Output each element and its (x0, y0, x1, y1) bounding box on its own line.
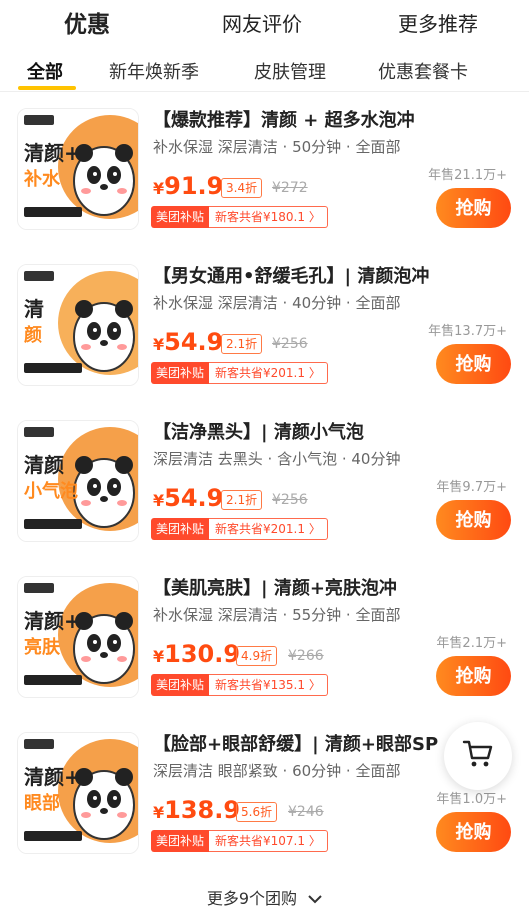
buy-button[interactable]: 抢购 (436, 500, 511, 540)
category-tab-skin-care[interactable]: 皮肤管理 (254, 58, 326, 84)
new-customer-savings[interactable]: 新客共省¥180.1 〉 (209, 206, 328, 228)
discount-badge: 5.6折 (236, 802, 278, 822)
new-customer-savings[interactable]: 新客共省¥201.1 〉 (209, 518, 328, 540)
annual-sales: 年售13.7万+ (428, 324, 507, 339)
deal-description: 补水保湿 深层清洁 · 40分钟 · 全面部 (153, 294, 401, 312)
meituan-subsidy-badge: 美团补贴 (151, 674, 210, 696)
meituan-subsidy-badge: 美团补贴 (151, 206, 210, 228)
buy-button[interactable]: 抢购 (436, 812, 511, 852)
deal-thumbnail[interactable]: 清颜 小气泡 (17, 420, 139, 542)
subsidy-row[interactable]: 美团补贴 新客共省¥180.1 〉 (151, 206, 328, 228)
thumbnail-text-1: 清颜+ (24, 609, 81, 633)
deal-thumbnail[interactable]: 清颜+ 眼部 (17, 732, 139, 854)
discount-badge: 2.1折 (221, 334, 263, 354)
deal-price: ¥130.9 (153, 640, 240, 668)
deal-thumbnail[interactable]: 清 颜 (17, 264, 139, 386)
deal-card[interactable]: 清颜 小气泡 【洁净黑头】| 清颜小气泡 深层清洁 去黑头 · 含小气泡 · 4… (0, 404, 529, 560)
original-price: ¥256 (272, 336, 308, 352)
chevron-down-icon (308, 889, 322, 908)
annual-sales: 年售2.1万+ (436, 636, 507, 651)
meituan-subsidy-badge: 美团补贴 (151, 362, 210, 384)
subsidy-row[interactable]: 美团补贴 新客共省¥107.1 〉 (151, 830, 328, 852)
deal-thumbnail[interactable]: 清颜+ 补水 (17, 108, 139, 230)
price-value: 138.9 (164, 796, 241, 824)
deal-description: 补水保湿 深层清洁 · 50分钟 · 全面部 (153, 138, 401, 156)
original-price: ¥266 (288, 648, 324, 664)
category-tab-all[interactable]: 全部 (27, 58, 63, 84)
new-customer-savings[interactable]: 新客共省¥135.1 〉 (209, 674, 328, 696)
price-value: 130.9 (164, 640, 241, 668)
price-value: 54.9 (164, 328, 224, 356)
cart-icon (462, 739, 494, 773)
tab-label: 网友评价 (222, 12, 302, 36)
subsidy-row[interactable]: 美团补贴 新客共省¥201.1 〉 (151, 518, 328, 540)
deal-title: 【男女通用•舒缓毛孔】| 清颜泡冲 (153, 266, 430, 287)
thumbnail-text-2: 颜 (24, 325, 42, 346)
category-tab-underline (18, 86, 76, 90)
annual-sales: 年售1.0万+ (436, 792, 507, 807)
new-customer-savings[interactable]: 新客共省¥201.1 〉 (209, 362, 328, 384)
deal-description: 深层清洁 去黑头 · 含小气泡 · 40分钟 (153, 450, 401, 468)
discount-badge: 4.9折 (236, 646, 278, 666)
deal-card[interactable]: 清颜+ 补水 【爆款推荐】清颜 + 超多水泡冲 补水保湿 深层清洁 · 50分钟… (0, 92, 529, 248)
category-tab-package-card[interactable]: 优惠套餐卡 (378, 58, 468, 84)
deal-price: ¥54.9 (153, 328, 223, 356)
annual-sales: 年售21.1万+ (428, 168, 507, 183)
thumbnail-text-1: 清 (24, 297, 44, 321)
currency-symbol: ¥ (153, 179, 165, 198)
thumbnail-text-2: 眼部 (24, 793, 60, 814)
discount-badge: 3.4折 (221, 178, 263, 198)
deal-title: 【爆款推荐】清颜 + 超多水泡冲 (153, 110, 415, 131)
buy-button[interactable]: 抢购 (436, 188, 511, 228)
more-deals-link[interactable]: 更多9个团购 (0, 885, 529, 909)
tab-reviews[interactable]: 网友评价 (222, 8, 302, 37)
category-tab-new-year[interactable]: 新年焕新季 (109, 58, 199, 84)
discount-badge: 2.1折 (221, 490, 263, 510)
original-price: ¥246 (288, 804, 324, 820)
original-price: ¥272 (272, 180, 308, 196)
meituan-subsidy-badge: 美团补贴 (151, 830, 210, 852)
deal-card[interactable]: 清 颜 【男女通用•舒缓毛孔】| 清颜泡冲 补水保湿 深层清洁 · 40分钟 ·… (0, 248, 529, 404)
subsidy-row[interactable]: 美团补贴 新客共省¥135.1 〉 (151, 674, 328, 696)
deal-title: 【脸部+眼部舒缓】| 清颜+眼部SP (153, 734, 439, 755)
thumbnail-text-1: 清颜+ (24, 141, 81, 165)
annual-sales: 年售9.7万+ (436, 480, 507, 495)
deal-thumbnail[interactable]: 清颜+ 亮肤 (17, 576, 139, 698)
currency-symbol: ¥ (153, 803, 165, 822)
top-tab-bar: 优惠 网友评价 更多推荐 (0, 0, 529, 44)
currency-symbol: ¥ (153, 491, 165, 510)
thumbnail-text-2: 补水 (24, 169, 60, 190)
tab-label: 优惠 (64, 12, 110, 38)
deal-price: ¥54.9 (153, 484, 223, 512)
cart-button[interactable] (444, 722, 512, 790)
more-deals-label: 更多9个团购 (206, 889, 298, 908)
tab-more-recommend[interactable]: 更多推荐 (398, 8, 478, 37)
buy-button[interactable]: 抢购 (436, 656, 511, 696)
deal-description: 深层清洁 眼部紧致 · 60分钟 · 全面部 (153, 762, 401, 780)
deal-title: 【美肌亮肤】| 清颜+亮肤泡冲 (153, 578, 397, 599)
thumbnail-text-2: 亮肤 (24, 637, 60, 658)
deal-price: ¥138.9 (153, 796, 240, 824)
tab-label: 更多推荐 (398, 12, 478, 36)
thumbnail-text-2: 小气泡 (24, 481, 78, 502)
original-price: ¥256 (272, 492, 308, 508)
new-customer-savings[interactable]: 新客共省¥107.1 〉 (209, 830, 328, 852)
subsidy-row[interactable]: 美团补贴 新客共省¥201.1 〉 (151, 362, 328, 384)
meituan-subsidy-badge: 美团补贴 (151, 518, 210, 540)
currency-symbol: ¥ (153, 647, 165, 666)
deal-price: ¥91.9 (153, 172, 223, 200)
currency-symbol: ¥ (153, 335, 165, 354)
buy-button[interactable]: 抢购 (436, 344, 511, 384)
deal-card[interactable]: 清颜+ 亮肤 【美肌亮肤】| 清颜+亮肤泡冲 补水保湿 深层清洁 · 55分钟 … (0, 560, 529, 716)
price-value: 54.9 (164, 484, 224, 512)
tab-offers[interactable]: 优惠 (64, 5, 110, 39)
thumbnail-text-1: 清颜+ (24, 765, 81, 789)
deal-title: 【洁净黑头】| 清颜小气泡 (153, 422, 364, 443)
deal-description: 补水保湿 深层清洁 · 55分钟 · 全面部 (153, 606, 401, 624)
price-value: 91.9 (164, 172, 224, 200)
thumbnail-text-1: 清颜 (24, 453, 64, 477)
category-tab-bar: 全部 新年焕新季 皮肤管理 优惠套餐卡 (0, 50, 529, 92)
